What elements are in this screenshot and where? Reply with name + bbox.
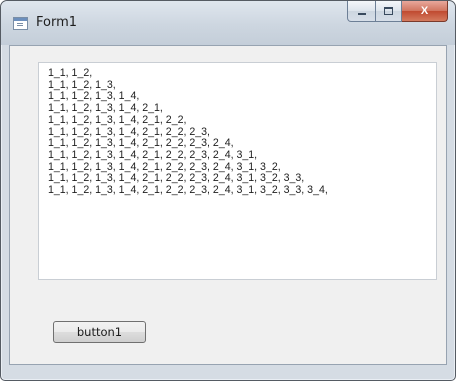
minimize-button[interactable] <box>347 1 376 22</box>
title-bar[interactable]: Form1 X <box>1 1 455 45</box>
button1-button[interactable]: button1 <box>53 321 146 343</box>
close-icon: X <box>420 5 429 17</box>
textbox-lines: 1_1, 1_2, 1_1, 1_2, 1_3, 1_1, 1_2, 1_3, … <box>48 67 328 197</box>
textbox-line: 1_1, 1_2, 1_3, 1_4, <box>48 90 140 103</box>
textbox-line: 1_1, 1_2, 1_3, 1_4, 2_1, 2_2, 2_3, 2_4, <box>48 137 234 150</box>
minimize-icon <box>357 13 366 15</box>
textbox-line: 1_1, 1_2, 1_3, 1_4, 2_1, 2_2, 2_3, 2_4, … <box>48 160 281 173</box>
caption-buttons: X <box>347 1 448 22</box>
maximize-button[interactable] <box>376 1 402 22</box>
textbox-line: 1_1, 1_2, 1_3, 1_4, 2_1, 2_2, <box>48 113 187 126</box>
textbox-line: 1_1, 1_2, 1_3, 1_4, 2_1, 2_2, 2_3, <box>48 125 210 138</box>
form-app-icon[interactable] <box>13 17 28 30</box>
form1-window: Form1 X 1_1, 1_2, 1_1, 1_2, 1_3, 1_1, 1_… <box>0 0 456 381</box>
close-button[interactable]: X <box>402 1 448 22</box>
maximize-icon <box>384 7 393 15</box>
textbox-line: 1_1, 1_2, 1_3, 1_4, 2_1, 2_2, 2_3, 2_4, … <box>48 184 328 197</box>
textbox-line: 1_1, 1_2, 1_3, <box>48 78 116 91</box>
textbox-line: 1_1, 1_2, 1_3, 1_4, 2_1, 2_2, 2_3, 2_4, … <box>48 172 305 185</box>
output-textbox[interactable]: 1_1, 1_2, 1_1, 1_2, 1_3, 1_1, 1_2, 1_3, … <box>38 62 437 280</box>
form-client-area: 1_1, 1_2, 1_1, 1_2, 1_3, 1_1, 1_2, 1_3, … <box>9 45 447 365</box>
textbox-line: 1_1, 1_2, <box>48 67 93 79</box>
textbox-line: 1_1, 1_2, 1_3, 1_4, 2_1, <box>48 102 163 115</box>
textbox-line: 1_1, 1_2, 1_3, 1_4, 2_1, 2_2, 2_3, 2_4, … <box>48 148 258 161</box>
window-title: Form1 <box>36 15 78 30</box>
